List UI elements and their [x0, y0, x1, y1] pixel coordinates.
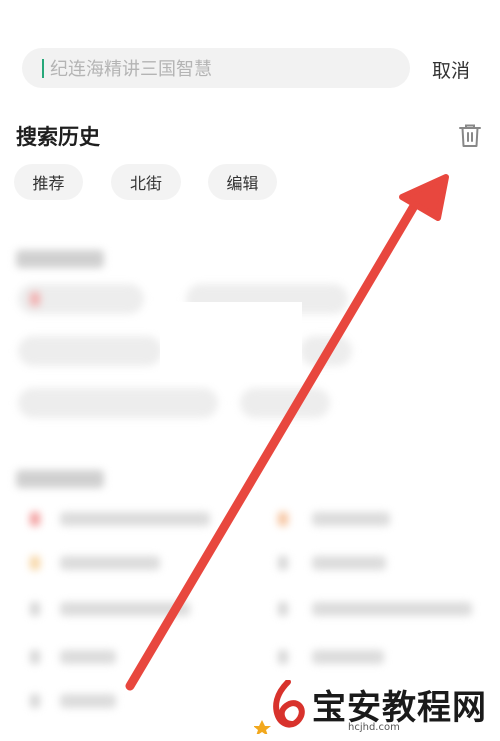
text-cursor: [42, 59, 44, 78]
logo-icon: [253, 679, 305, 736]
history-chip[interactable]: 推荐: [14, 164, 83, 200]
cancel-button[interactable]: 取消: [432, 56, 470, 83]
search-input[interactable]: [48, 48, 402, 90]
search-history-title: 搜索历史: [16, 125, 100, 149]
blank-patch: [160, 302, 302, 382]
history-chip[interactable]: 编辑: [208, 164, 277, 200]
trash-icon[interactable]: [458, 123, 482, 149]
history-chip[interactable]: 北街: [111, 164, 181, 200]
watermark-url: hcjhd.com: [348, 722, 400, 733]
watermark: 宝安教程网 hcjhd.com: [253, 679, 494, 736]
search-bar[interactable]: [22, 48, 410, 90]
